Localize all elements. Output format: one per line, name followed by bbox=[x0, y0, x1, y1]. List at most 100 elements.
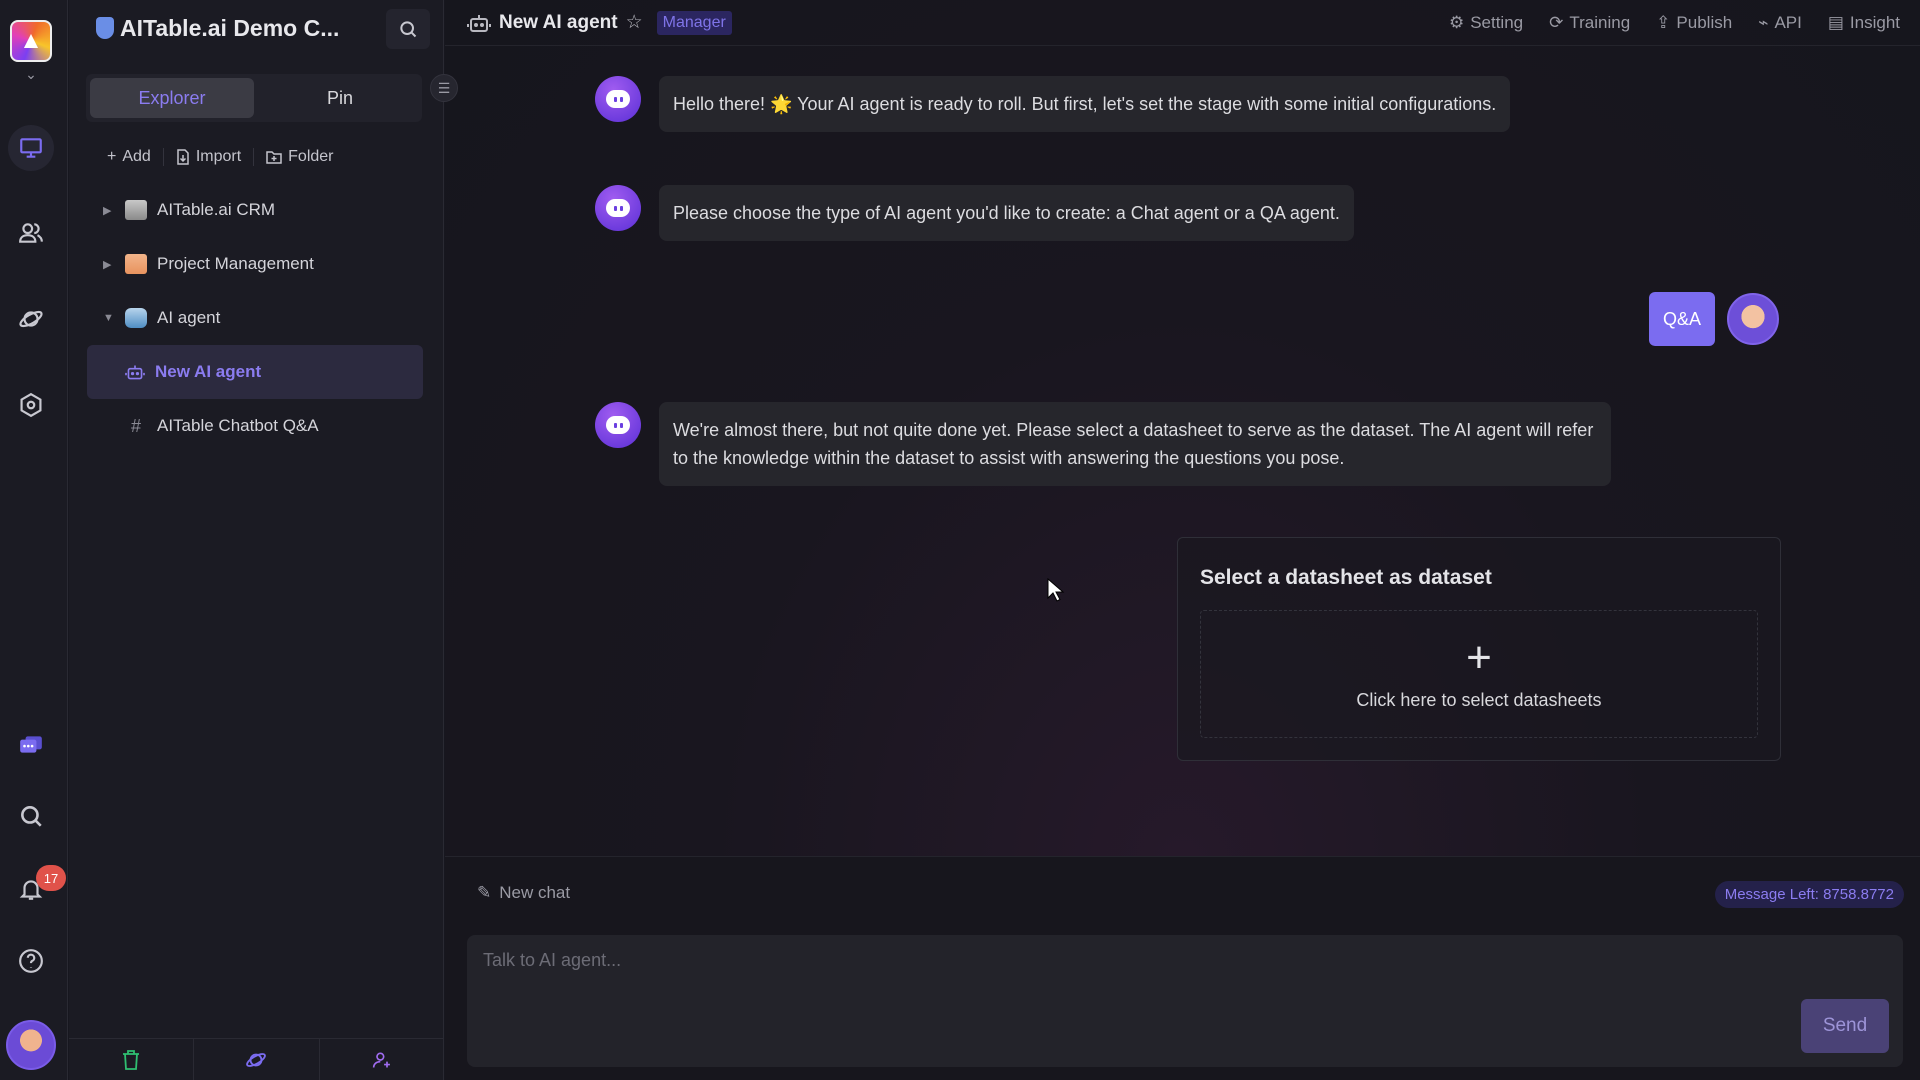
plus-icon: + bbox=[107, 148, 117, 165]
bot-avatar bbox=[595, 185, 641, 231]
message-text: We're almost there, but not quite done y… bbox=[659, 402, 1611, 486]
robot-icon bbox=[467, 14, 491, 32]
tab-explorer[interactable]: Explorer bbox=[90, 78, 254, 118]
tree-item-label: New AI agent bbox=[155, 362, 262, 381]
explore-icon[interactable] bbox=[8, 296, 54, 342]
import-icon bbox=[177, 149, 189, 165]
bot-avatar bbox=[595, 76, 641, 122]
api-button[interactable]: ⌁ API bbox=[1758, 13, 1802, 33]
star-icon[interactable]: ☆ bbox=[626, 11, 643, 34]
chat-message: Please choose the type of AI agent you'd… bbox=[595, 185, 1354, 241]
contacts-icon[interactable] bbox=[8, 210, 54, 256]
import-button[interactable]: Import bbox=[162, 148, 253, 166]
explore-icon bbox=[246, 1052, 267, 1067]
user-message: Q&A bbox=[1649, 292, 1779, 346]
dataset-card-title: Select a datasheet as dataset bbox=[1200, 566, 1492, 589]
datasheet-icon: # bbox=[130, 415, 141, 436]
caret-down-icon[interactable]: ▼ bbox=[103, 312, 125, 324]
caret-right-icon[interactable]: ▶ bbox=[103, 258, 125, 271]
send-button[interactable]: Send bbox=[1801, 999, 1889, 1053]
explorer-panel: AITable.ai Demo C... Explorer Pin + Add … bbox=[69, 0, 444, 1080]
robot-icon bbox=[125, 365, 145, 380]
chat-message: We're almost there, but not quite done y… bbox=[595, 402, 1611, 486]
insight-button[interactable]: ▤ Insight bbox=[1828, 13, 1900, 33]
gear-icon: ⚙ bbox=[1448, 13, 1465, 32]
chevron-down-icon[interactable]: ⌄ bbox=[20, 66, 42, 82]
search-icon bbox=[400, 21, 417, 38]
search-button[interactable] bbox=[386, 9, 430, 49]
chat-message: Hello there! 🌟 Your AI agent is ready to… bbox=[595, 76, 1511, 132]
training-icon: ⟳ bbox=[1549, 13, 1564, 32]
tree-item-crm[interactable]: ▶ AITable.ai CRM bbox=[87, 183, 423, 237]
mouse-cursor-icon bbox=[1047, 578, 1065, 602]
collapse-panel-button[interactable]: ☰ bbox=[430, 74, 458, 102]
setting-label: Setting bbox=[1470, 13, 1524, 32]
publish-icon: ⇪ bbox=[1656, 13, 1671, 32]
tree-item-new-ai-agent[interactable]: New AI agent bbox=[87, 345, 423, 399]
workspace-title[interactable]: AITable.ai Demo C... bbox=[96, 12, 339, 44]
page-title: New AI agent ☆ bbox=[467, 11, 643, 34]
trash-icon bbox=[123, 1049, 140, 1070]
setting-button[interactable]: ⚙ Setting bbox=[1449, 13, 1523, 33]
role-badge: Manager bbox=[656, 10, 732, 35]
search-icon[interactable] bbox=[8, 793, 54, 839]
notification-badge: 17 bbox=[36, 865, 66, 891]
plus-icon: + bbox=[1466, 632, 1492, 682]
user-avatar bbox=[1727, 293, 1779, 345]
agent-name[interactable]: New AI agent bbox=[499, 12, 618, 34]
tab-pin[interactable]: Pin bbox=[258, 74, 422, 122]
workspace-name: AITable.ai Demo C... bbox=[120, 14, 340, 41]
invite-button[interactable] bbox=[318, 1039, 444, 1080]
folder-icon bbox=[125, 200, 147, 220]
tree-item-label: AI agent bbox=[157, 308, 221, 327]
add-member-icon bbox=[372, 1052, 390, 1068]
folder-icon bbox=[125, 254, 147, 274]
top-bar: New AI agent ☆ Manager ⚙ Setting ⟳ Trainin… bbox=[445, 0, 1920, 46]
main-area: New AI agent ☆ Manager ⚙ Setting ⟳ Trainin… bbox=[445, 0, 1920, 1080]
training-label: Training bbox=[1569, 13, 1631, 32]
api-icon: ⌁ bbox=[1758, 13, 1769, 32]
caret-right-icon[interactable]: ▶ bbox=[103, 204, 125, 217]
new-chat-button[interactable]: ✎ New chat bbox=[477, 883, 570, 903]
select-datasheet-button[interactable]: + Click here to select datasheets bbox=[1200, 610, 1758, 738]
tree-item-label: AITable.ai CRM bbox=[157, 200, 276, 219]
tree-item-chatbot-qa[interactable]: # AITable Chatbot Q&A bbox=[87, 399, 423, 453]
import-label: Import bbox=[195, 148, 242, 165]
app-logo[interactable]: ▲ bbox=[10, 20, 52, 62]
message-left-badge: Message Left: 8758.8772 bbox=[1714, 881, 1904, 908]
tree-item-label: AITable Chatbot Q&A bbox=[157, 416, 319, 435]
training-button[interactable]: ⟳ Training bbox=[1549, 13, 1630, 33]
help-icon[interactable] bbox=[8, 938, 54, 984]
chat-input[interactable] bbox=[467, 935, 1903, 985]
dataset-select-card: Select a datasheet as dataset + Click he… bbox=[1177, 537, 1781, 761]
publish-button[interactable]: ⇪ Publish bbox=[1656, 13, 1732, 33]
workbench-icon[interactable] bbox=[8, 125, 54, 171]
message-text: Hello there! 🌟 Your AI agent is ready to… bbox=[659, 76, 1511, 132]
insight-label: Insight bbox=[1849, 13, 1900, 32]
panel-tabs: Explorer Pin bbox=[86, 74, 422, 122]
add-button[interactable]: + Add bbox=[95, 148, 163, 166]
logo-glyph: ▲ bbox=[19, 27, 43, 54]
chat-input-box: Send bbox=[467, 935, 1903, 1067]
bot-avatar bbox=[595, 402, 641, 448]
add-label: Add bbox=[122, 148, 151, 165]
trash-button[interactable] bbox=[69, 1039, 193, 1080]
panel-actions: + Add Import Folder bbox=[95, 142, 425, 172]
settings-icon[interactable] bbox=[8, 382, 54, 428]
select-datasheet-hint: Click here to select datasheets bbox=[1356, 689, 1602, 710]
api-label: API bbox=[1774, 13, 1802, 32]
tree-item-project-management[interactable]: ▶ Project Management bbox=[87, 237, 423, 291]
composer-area: ✎ New chat Message Left: 8758.8772 Send bbox=[445, 856, 1920, 1080]
user-message-text: Q&A bbox=[1649, 292, 1715, 346]
folder-button[interactable]: Folder bbox=[253, 148, 345, 166]
template-button[interactable] bbox=[193, 1039, 318, 1080]
panel-footer bbox=[69, 1038, 444, 1080]
user-avatar[interactable] bbox=[6, 1020, 56, 1070]
robot-folder-icon bbox=[125, 308, 147, 328]
tree-item-ai-agent-folder[interactable]: ▼ AI agent bbox=[87, 291, 423, 345]
header-actions: ⚙ Setting ⟳ Training ⇪ Publish ⌁ API ▤ Insigh… bbox=[1449, 0, 1900, 46]
ai-chat-icon[interactable] bbox=[8, 722, 54, 768]
insight-icon: ▤ bbox=[1827, 13, 1844, 32]
file-tree: ▶ AITable.ai CRM ▶ Project Management ▼ … bbox=[87, 183, 423, 453]
space-shield-icon bbox=[96, 17, 114, 39]
